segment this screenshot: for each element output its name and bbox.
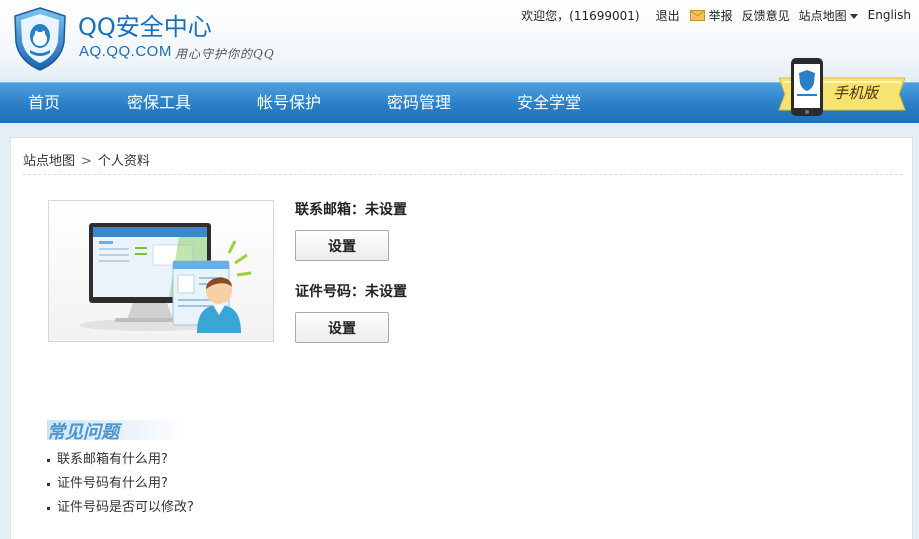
english-link[interactable]: English xyxy=(868,8,911,22)
faq-link-email-use[interactable]: 联系邮箱有什么用? xyxy=(57,452,168,467)
faq-title: 常见问题 xyxy=(47,422,119,443)
sitemap-label: 站点地图 xyxy=(798,8,847,23)
mail-icon[interactable] xyxy=(689,9,705,21)
list-item: 证件号码有什么用? xyxy=(47,472,194,496)
chevron-down-icon xyxy=(849,13,858,19)
nav-item-account-protection[interactable]: 帐号保护 xyxy=(257,83,321,123)
breadcrumb-current: 个人资料 xyxy=(97,154,150,169)
welcome-text: 欢迎您，(11699001) xyxy=(521,8,640,23)
nav-item-home[interactable]: 首页 xyxy=(28,83,60,123)
email-status-label: 联系邮箱：未设置 xyxy=(295,202,407,218)
id-status-label: 证件号码：未设置 xyxy=(295,284,407,300)
qq-shield-logo-icon[interactable] xyxy=(12,6,68,72)
logout-link[interactable]: 退出 xyxy=(656,7,680,24)
breadcrumb-divider xyxy=(23,174,903,175)
set-id-button[interactable]: 设置 xyxy=(295,312,389,343)
profile-illustration xyxy=(48,200,274,342)
monitor-user-illustration-icon xyxy=(79,223,252,333)
list-item: 证件号码是否可以修改? xyxy=(47,496,194,520)
report-link[interactable]: 举报 xyxy=(709,7,733,24)
breadcrumb-sitemap-link[interactable]: 站点地图 xyxy=(23,154,75,169)
nav-item-password-management[interactable]: 密码管理 xyxy=(387,83,451,123)
breadcrumb-separator: > xyxy=(81,154,92,169)
breadcrumb: 站点地图 > 个人资料 xyxy=(23,150,150,169)
mobile-version-label[interactable]: 手机版 xyxy=(833,82,878,103)
nav-item-security-tools[interactable]: 密保工具 xyxy=(127,83,191,123)
faq-list: 联系邮箱有什么用? 证件号码有什么用? 证件号码是否可以修改? xyxy=(47,448,194,520)
sitemap-dropdown[interactable]: 站点地图 xyxy=(799,7,858,24)
main-content: 站点地图 > 个人资料 联系邮箱：未设置 设置 证件号码：未设置 设置 常见问题… xyxy=(10,137,913,539)
logo-title[interactable]: QQ安全中心 xyxy=(78,7,212,42)
faq-link-id-modify[interactable]: 证件号码是否可以修改? xyxy=(57,500,194,515)
list-item: 联系邮箱有什么用? xyxy=(47,448,194,472)
nav-item-security-academy[interactable]: 安全学堂 xyxy=(517,83,581,123)
set-email-button[interactable]: 设置 xyxy=(295,230,389,261)
logo-domain: AQ.QQ.COM xyxy=(79,43,172,60)
faq-link-id-use[interactable]: 证件号码有什么用? xyxy=(57,476,168,491)
topbar: 欢迎您，(11699001) 退出 举报 反馈意见 站点地图 English xyxy=(512,7,911,23)
feedback-link[interactable]: 反馈意见 xyxy=(742,7,790,24)
logo-slogan: 用心守护你的QQ xyxy=(175,47,275,61)
